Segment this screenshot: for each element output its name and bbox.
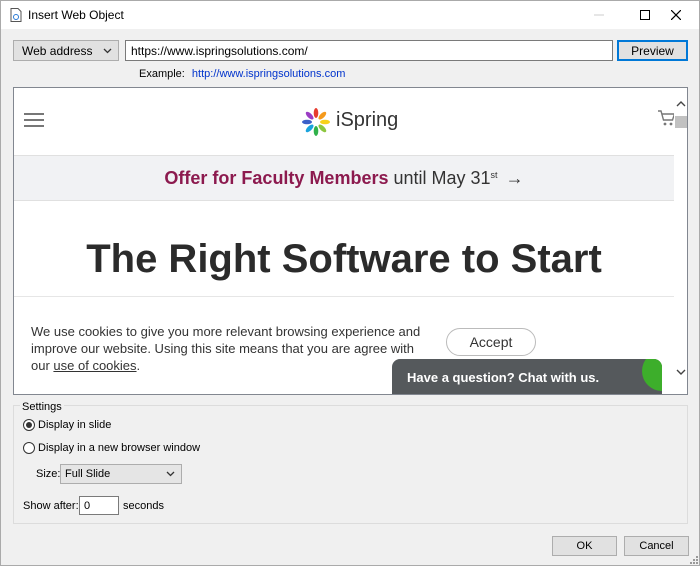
offer-highlight: Offer for Faculty Members	[164, 167, 389, 188]
minimize-button[interactable]	[576, 1, 622, 29]
web-preview-pane[interactable]: iSpring Offer for Faculty Members until …	[13, 87, 688, 395]
example-link[interactable]: http://www.ispringsolutions.com	[192, 68, 345, 80]
display-new-window-option[interactable]: Display in a new browser window	[23, 442, 200, 454]
source-type-select[interactable]: Web address	[13, 40, 119, 61]
example-label: Example:	[139, 68, 185, 80]
close-icon	[671, 10, 681, 20]
show-after-input[interactable]: 0	[79, 496, 119, 515]
display-in-slide-radio[interactable]	[23, 419, 35, 431]
ispring-logo-icon[interactable]	[301, 107, 331, 137]
chevron-down-icon	[103, 48, 112, 53]
cookie-notice: We use cookies to give you more relevant…	[31, 323, 431, 374]
chat-label: Have a question? Chat with us.	[407, 370, 600, 385]
display-new-window-label: Display in a new browser window	[38, 442, 201, 454]
preview-scrollbar[interactable]	[674, 88, 687, 394]
logo-text[interactable]: iSpring	[336, 109, 398, 132]
url-value: https://www.ispringsolutions.com/	[131, 43, 308, 58]
size-select[interactable]: Full Slide	[60, 464, 182, 484]
cancel-label: Cancel	[639, 540, 674, 552]
display-new-window-radio[interactable]	[23, 442, 35, 454]
cookie-notice-end: .	[136, 358, 141, 373]
scroll-down-arrow-icon[interactable]	[676, 368, 686, 376]
ok-label: OK	[576, 540, 593, 552]
example-hint: Example: http://www.ispringsolutions.com	[139, 68, 345, 80]
cancel-button[interactable]: Cancel	[624, 536, 689, 556]
chat-widget[interactable]: Have a question? Chat with us.	[392, 359, 662, 394]
display-in-slide-option[interactable]: Display in slide	[23, 419, 111, 431]
offer-date-suffix: st	[490, 170, 498, 180]
scroll-thumb[interactable]	[675, 116, 687, 128]
minimize-icon	[594, 14, 604, 16]
window-title: Insert Web Object	[28, 8, 124, 22]
offer-banner[interactable]: Offer for Faculty Members until May 31 s…	[14, 155, 674, 201]
cookie-policy-link[interactable]: use of cookies	[53, 358, 136, 373]
scroll-up-arrow-icon[interactable]	[676, 100, 686, 108]
chevron-down-icon	[166, 471, 175, 477]
display-in-slide-label: Display in slide	[38, 419, 112, 431]
source-type-value: Web address	[22, 43, 93, 58]
settings-group-label: Settings	[20, 401, 64, 413]
url-input[interactable]: https://www.ispringsolutions.com/	[125, 40, 613, 61]
offer-date: until May 31	[393, 167, 491, 188]
preview-button[interactable]: Preview	[617, 40, 688, 61]
title-bar: Insert Web Object	[1, 1, 699, 29]
site-header: iSpring	[14, 88, 676, 155]
insert-web-object-dialog: Insert Web Object Web address https://ww…	[0, 0, 700, 566]
size-value: Full Slide	[65, 468, 111, 480]
hero-title: The Right Software to Start	[86, 237, 602, 281]
document-icon	[10, 8, 22, 22]
maximize-icon	[640, 10, 650, 20]
show-after-value: 0	[84, 499, 91, 512]
show-after-label: Show after:	[23, 500, 79, 512]
ok-button[interactable]: OK	[552, 536, 617, 556]
accept-cookies-button[interactable]: Accept	[446, 328, 536, 356]
chat-status-badge	[642, 359, 662, 391]
divider	[14, 296, 674, 297]
size-label: Size:	[36, 468, 61, 480]
accept-label: Accept	[469, 334, 513, 350]
preview-label: Preview	[631, 43, 674, 58]
arrow-right-icon: →	[505, 167, 524, 188]
hamburger-menu-icon[interactable]	[24, 113, 44, 127]
seconds-label: seconds	[123, 500, 164, 512]
close-button[interactable]	[653, 1, 699, 29]
resize-grip-icon[interactable]	[689, 555, 699, 565]
